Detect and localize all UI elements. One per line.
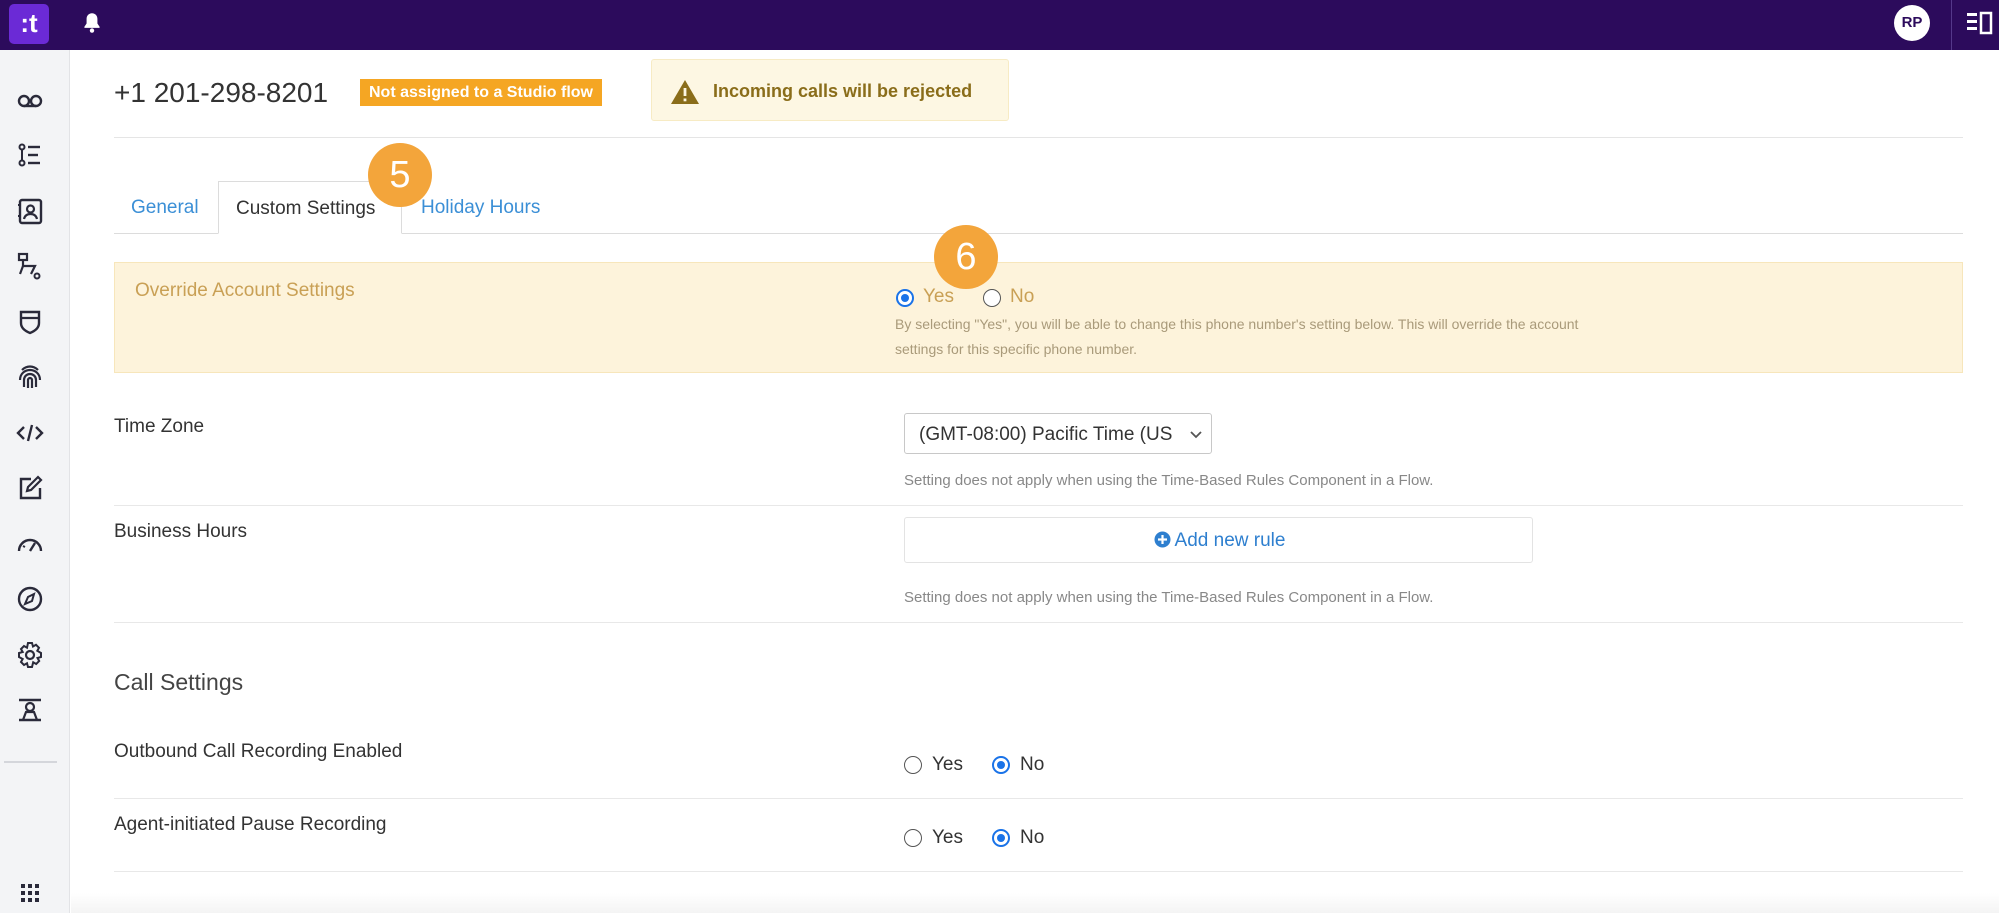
- contacts-icon[interactable]: [13, 194, 47, 228]
- time-zone-select[interactable]: (GMT-08:00) Pacific Time (US: [904, 413, 1212, 454]
- business-hours-help: Setting does not apply when using the Ti…: [904, 589, 1434, 606]
- apps-grid-icon[interactable]: [13, 876, 47, 910]
- override-yes-radio[interactable]: [896, 289, 914, 307]
- list-icon[interactable]: [13, 138, 47, 172]
- pause-recording-no-label[interactable]: No: [1020, 827, 1044, 849]
- row-divider: [114, 505, 1963, 506]
- edit-icon[interactable]: [13, 471, 47, 505]
- business-hours-label: Business Hours: [114, 521, 248, 542]
- time-zone-label: Time Zone: [114, 416, 205, 437]
- flow-icon[interactable]: [13, 249, 47, 283]
- override-label: Override Account Settings: [135, 280, 355, 301]
- override-no-label[interactable]: No: [1010, 286, 1034, 308]
- warning-icon: [670, 78, 700, 106]
- time-zone-value: (GMT-08:00) Pacific Time (US: [919, 424, 1173, 445]
- header-divider: [114, 137, 1963, 138]
- bottom-edge: [71, 893, 1999, 913]
- panel-toggle-icon[interactable]: [1965, 10, 1993, 36]
- topbar-divider: [1951, 0, 1952, 50]
- outbound-recording-no-label[interactable]: No: [1020, 754, 1044, 776]
- pause-recording-label: Agent-initiated Pause Recording: [114, 814, 387, 835]
- phone-number-title: +1 201-298-8201: [114, 77, 329, 108]
- row-divider: [114, 871, 1963, 872]
- plus-circle-icon: [1154, 531, 1171, 548]
- user-avatar[interactable]: RP: [1894, 5, 1930, 41]
- outbound-recording-label: Outbound Call Recording Enabled: [114, 741, 403, 762]
- call-settings-heading: Call Settings: [114, 669, 244, 695]
- sidebar: [0, 50, 70, 913]
- agent-icon[interactable]: [13, 693, 47, 727]
- step-marker-5: 5: [368, 143, 432, 207]
- voicemail-icon[interactable]: [13, 83, 47, 117]
- outbound-recording-no-radio[interactable]: [992, 756, 1010, 774]
- step-marker-6: 6: [934, 225, 998, 289]
- gear-icon[interactable]: [13, 638, 47, 672]
- sidebar-separator: [4, 761, 57, 763]
- override-help-text: By selecting "Yes", you will be able to …: [895, 316, 1579, 357]
- app-logo[interactable]: :t: [9, 4, 49, 44]
- add-new-rule-button[interactable]: Add new rule: [904, 517, 1533, 563]
- fingerprint-icon[interactable]: [13, 360, 47, 394]
- incoming-calls-alert: Incoming calls will be rejected: [651, 59, 1009, 121]
- shield-icon[interactable]: [13, 305, 47, 339]
- pause-recording-yes-radio[interactable]: [904, 829, 922, 847]
- studio-flow-badge: Not assigned to a Studio flow: [360, 79, 602, 106]
- outbound-recording-yes-label[interactable]: Yes: [932, 754, 963, 776]
- row-divider: [114, 798, 1963, 799]
- top-bar: :t RP: [0, 0, 1999, 50]
- override-yes-label[interactable]: Yes: [923, 286, 954, 308]
- time-zone-help: Setting does not apply when using the Ti…: [904, 472, 1434, 489]
- tab-general[interactable]: General: [114, 181, 216, 234]
- pause-recording-yes-label[interactable]: Yes: [932, 827, 963, 849]
- pause-recording-no-radio[interactable]: [992, 829, 1010, 847]
- alert-message: Incoming calls will be rejected: [713, 81, 973, 101]
- bell-icon[interactable]: [79, 10, 105, 36]
- override-no-radio[interactable]: [983, 289, 1001, 307]
- override-account-settings-panel: Override Account Settings Yes No By sele…: [114, 262, 1963, 373]
- row-divider: [114, 622, 1963, 623]
- compass-icon[interactable]: [13, 582, 47, 616]
- code-icon[interactable]: [13, 416, 47, 450]
- add-new-rule-label: Add new rule: [1174, 530, 1286, 551]
- chevron-down-icon: [1189, 428, 1203, 440]
- dashboard-icon[interactable]: [13, 527, 47, 561]
- outbound-recording-yes-radio[interactable]: [904, 756, 922, 774]
